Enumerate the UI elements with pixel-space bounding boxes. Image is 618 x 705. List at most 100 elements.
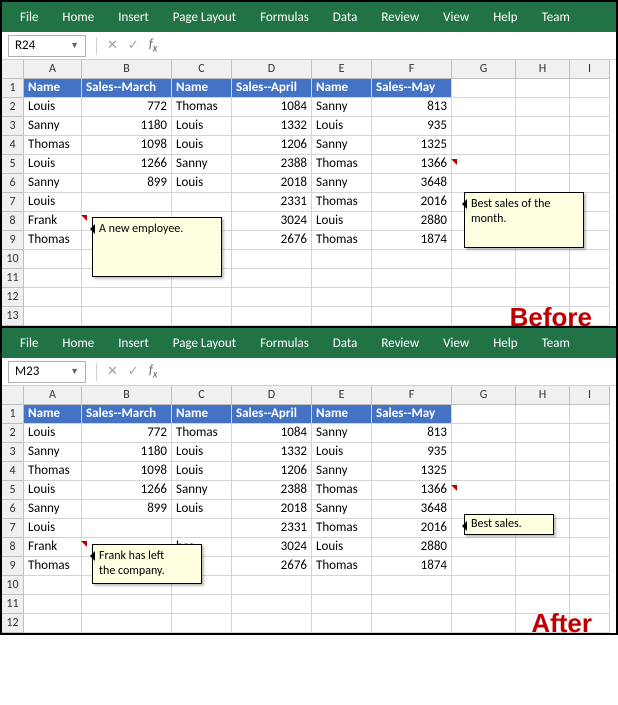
row-header[interactable]: 10 [2,250,24,269]
cell[interactable] [516,405,570,424]
cell[interactable]: 3648 [372,174,452,193]
cell[interactable]: Louis [172,174,232,193]
cell[interactable] [312,576,372,595]
cell[interactable]: Louis [312,117,372,136]
cell[interactable] [172,193,232,212]
cell[interactable]: 1266 [82,481,172,500]
row-header[interactable]: 2 [2,424,24,443]
cell[interactable] [232,595,312,614]
cell[interactable] [452,288,516,307]
cell[interactable] [570,155,610,174]
cell[interactable] [452,174,516,193]
cell[interactable] [232,288,312,307]
cell[interactable] [232,614,312,633]
row-header[interactable]: 12 [2,614,24,633]
cell[interactable] [516,424,570,443]
cell[interactable] [312,288,372,307]
cell[interactable]: Louis [312,443,372,462]
cell[interactable] [312,307,372,326]
cell[interactable]: Sanny [312,500,372,519]
cell[interactable]: 1206 [232,136,312,155]
cell[interactable]: Thomas [172,98,232,117]
cell[interactable]: 2676 [232,557,312,576]
row-header[interactable]: 2 [2,98,24,117]
row-header[interactable]: 7 [2,519,24,538]
cell[interactable]: Sales--March [82,79,172,98]
cell[interactable] [516,481,570,500]
cell[interactable]: 813 [372,424,452,443]
column-header[interactable]: D [232,386,312,405]
cell[interactable] [452,98,516,117]
cell[interactable]: 1874 [372,557,452,576]
cell[interactable] [24,576,82,595]
cell[interactable]: Frank [24,538,82,557]
cell[interactable]: 2016 [372,193,452,212]
ribbon-tab-insert[interactable]: Insert [106,2,161,32]
column-header[interactable]: A [24,386,82,405]
spreadsheet-after[interactable]: ABCDEFGHI1NameSales--MarchNameSales--Apr… [2,386,616,633]
cell[interactable] [372,307,452,326]
cell[interactable]: 1332 [232,443,312,462]
name-box[interactable]: M23 ▼ [8,361,86,383]
cell[interactable] [24,307,82,326]
cell[interactable]: Sanny [24,174,82,193]
column-header[interactable]: I [570,60,610,79]
cell[interactable] [82,307,172,326]
cell[interactable]: 1366 [372,481,452,500]
cell[interactable]: Sanny [312,462,372,481]
cell[interactable] [516,443,570,462]
cell[interactable] [452,269,516,288]
cell[interactable] [516,576,570,595]
cell[interactable]: Sanny [312,174,372,193]
column-header[interactable]: G [452,60,516,79]
column-header[interactable]: E [312,386,372,405]
row-header[interactable]: 10 [2,576,24,595]
cell[interactable] [516,462,570,481]
row-header[interactable]: 8 [2,538,24,557]
ribbon-tab-formulas[interactable]: Formulas [248,2,321,32]
cell[interactable]: Thomas [312,519,372,538]
cell[interactable] [232,269,312,288]
row-header[interactable]: 4 [2,462,24,481]
cell[interactable] [570,136,610,155]
cell[interactable] [570,519,610,538]
cell[interactable] [570,500,610,519]
cell[interactable]: Thomas [312,481,372,500]
cell[interactable]: 1325 [372,462,452,481]
ribbon-tab-page-layout[interactable]: Page Layout [161,328,248,358]
cell[interactable]: Sales--April [232,79,312,98]
row-header[interactable]: 13 [2,307,24,326]
ribbon-tab-page-layout[interactable]: Page Layout [161,2,248,32]
cell[interactable] [372,288,452,307]
row-header[interactable]: 11 [2,269,24,288]
ribbon-tab-data[interactable]: Data [321,328,370,358]
select-all-corner[interactable] [2,60,24,79]
cell[interactable] [452,424,516,443]
cell[interactable] [570,117,610,136]
cell[interactable] [516,117,570,136]
cell[interactable] [570,557,610,576]
cell[interactable]: Louis [24,155,82,174]
row-header[interactable]: 12 [2,288,24,307]
cell[interactable] [82,614,172,633]
cell[interactable]: 899 [82,174,172,193]
cell[interactable]: Louis [172,443,232,462]
cell[interactable]: Sales--March [82,405,172,424]
column-header[interactable]: G [452,386,516,405]
cell[interactable]: 3024 [232,212,312,231]
enter-icon[interactable]: ✓ [128,364,139,379]
cell[interactable] [516,538,570,557]
cell[interactable] [312,595,372,614]
cell[interactable]: Louis [172,500,232,519]
row-header[interactable]: 9 [2,557,24,576]
cell[interactable]: Louis [24,481,82,500]
cell[interactable]: 899 [82,500,172,519]
cell[interactable]: 2018 [232,174,312,193]
cell[interactable] [452,462,516,481]
cell[interactable] [516,79,570,98]
cell[interactable]: 1325 [372,136,452,155]
cell[interactable] [452,307,516,326]
cell[interactable] [516,155,570,174]
cell[interactable]: Name [24,79,82,98]
cell[interactable] [516,136,570,155]
